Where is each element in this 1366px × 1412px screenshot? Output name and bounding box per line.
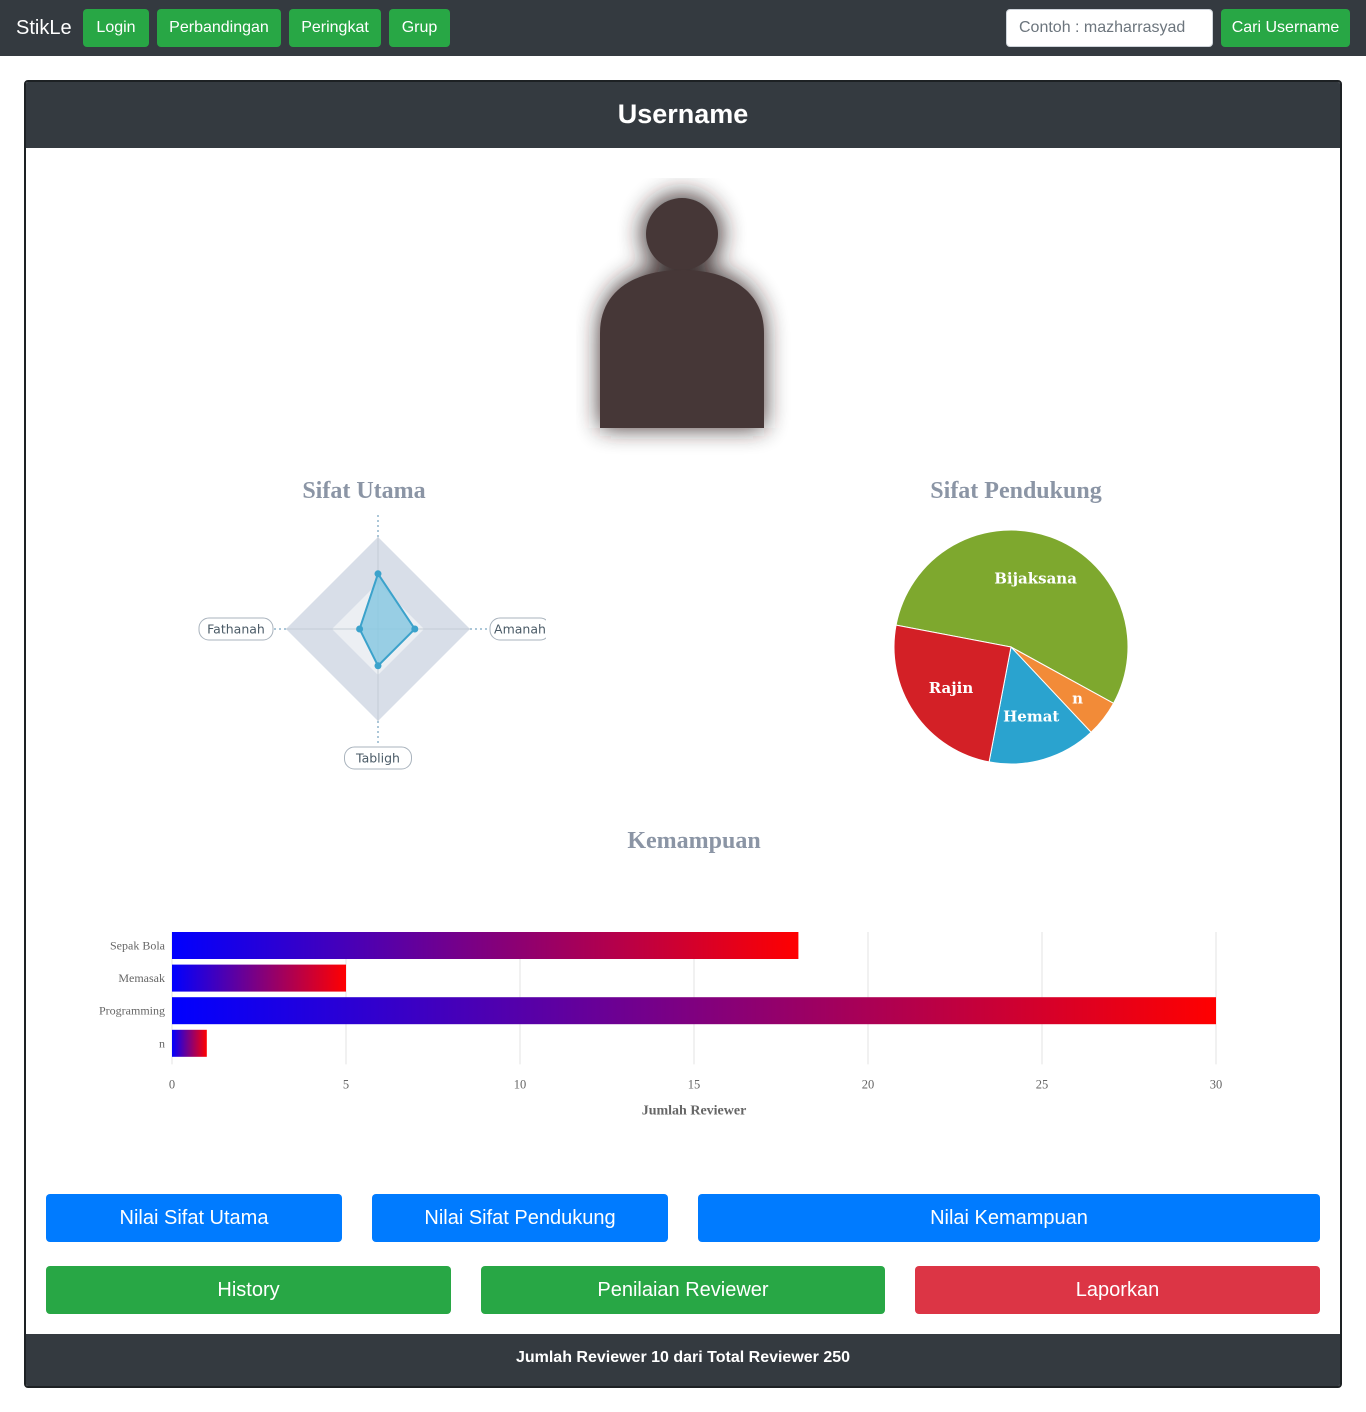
- bar-n: [172, 1029, 207, 1057]
- bar-category-label: Memasak: [118, 971, 165, 985]
- profile-username-header: Username: [26, 82, 1340, 148]
- reviewer-count-footer: Jumlah Reviewer 10 dari Total Reviewer 2…: [26, 1334, 1340, 1386]
- profile-card: Username Sifat Utama Sifat Pendukung Kem…: [24, 80, 1342, 1388]
- bar-x-tick-label: 15: [688, 1077, 701, 1091]
- nilai-kemampuan-button[interactable]: Nilai Kemampuan: [698, 1194, 1320, 1242]
- bar-chart-title: Kemampuan: [627, 828, 761, 854]
- bar-memasak: [172, 964, 346, 992]
- radar-point-fathanah: [356, 625, 364, 633]
- top-navbar: StikLe Login Perbandingan Peringkat Grup…: [0, 0, 1366, 56]
- nilai-sifat-utama-button[interactable]: Nilai Sifat Utama: [46, 1194, 342, 1242]
- bar-x-tick-label: 5: [343, 1077, 349, 1091]
- bar-sepak-bola: [172, 932, 799, 959]
- username-search-input[interactable]: [1006, 9, 1213, 47]
- perbandingan-button[interactable]: Perbandingan: [157, 9, 281, 47]
- grup-button[interactable]: Grup: [389, 9, 450, 47]
- bar-chart: 0 5 10 15 20 25 30 Sepak Bola Memasak Programming…: [99, 932, 1223, 1118]
- pie-label-hemat: Hemat: [1003, 708, 1059, 726]
- radar-point-amanah: [411, 625, 419, 633]
- history-button[interactable]: History: [46, 1266, 451, 1314]
- pie-chart-title: Sifat Pendukung: [930, 478, 1102, 504]
- bar-x-axis-label: Jumlah Reviewer: [642, 1103, 747, 1118]
- brand-logo[interactable]: StikLe: [16, 16, 72, 40]
- penilaian-reviewer-button[interactable]: Penilaian Reviewer: [481, 1266, 885, 1314]
- search-username-button[interactable]: Cari Username: [1221, 9, 1350, 47]
- bar-x-tick-label: 0: [169, 1077, 175, 1091]
- bar-x-tick-label: 20: [862, 1077, 875, 1091]
- bar-category-label: Sepak Bola: [110, 939, 166, 953]
- pie-label-rajin: Rajin: [929, 679, 974, 697]
- bar-x-tick-label: 10: [514, 1077, 527, 1091]
- login-button[interactable]: Login: [83, 9, 149, 47]
- radar-label-fathanah: Fathanah: [207, 622, 265, 637]
- radar-label-amanah: Amanah: [494, 622, 546, 637]
- bar-category-label: Programming: [99, 1004, 165, 1018]
- pie-label-n: n: [1072, 690, 1083, 708]
- pie-chart: Bijaksana n Hemat Rajin: [893, 529, 1129, 765]
- peringkat-button[interactable]: Peringkat: [289, 9, 381, 47]
- radar-point-shiddiq: [374, 570, 382, 578]
- bar-programming: [172, 997, 1216, 1025]
- bar-x-tick-label: 25: [1036, 1077, 1049, 1091]
- laporkan-button[interactable]: Laporkan: [915, 1266, 1320, 1314]
- bar-category-label: n: [159, 1036, 165, 1050]
- user-silhouette-icon: [600, 194, 764, 428]
- radar-point-tabligh: [374, 662, 382, 670]
- radar-label-tabligh: Tabligh: [355, 751, 400, 766]
- pie-label-bijaksana: Bijaksana: [994, 570, 1077, 588]
- radar-chart: ShiddiqAmanahTablighFathanah: [198, 513, 546, 770]
- nilai-sifat-pendukung-button[interactable]: Nilai Sifat Pendukung: [372, 1194, 668, 1242]
- bar-x-tick-label: 30: [1210, 1077, 1223, 1091]
- radar-chart-title: Sifat Utama: [302, 478, 426, 504]
